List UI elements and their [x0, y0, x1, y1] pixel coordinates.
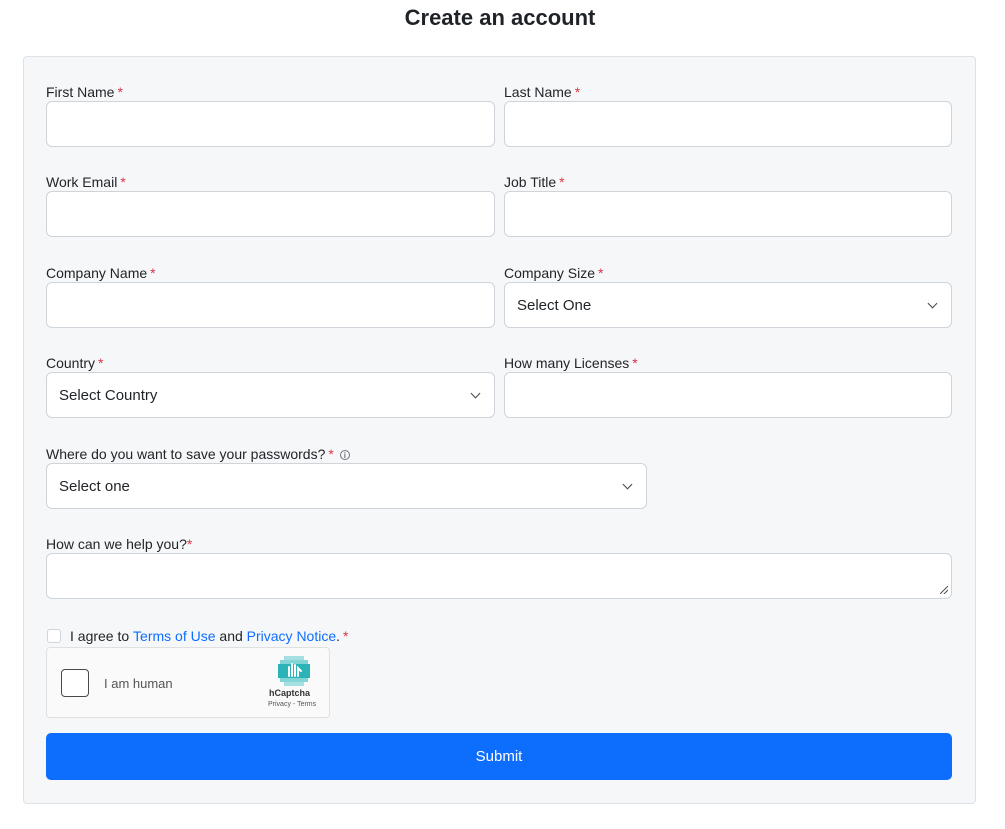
required-marker: *: [150, 265, 156, 281]
help-label: How can we help you?*: [46, 536, 193, 552]
required-marker: *: [598, 265, 604, 281]
job-title-label: Job Title *: [504, 174, 565, 190]
required-marker: *: [117, 84, 123, 100]
resize-handle[interactable]: [940, 586, 948, 594]
company-name-label: Company Name *: [46, 265, 156, 281]
required-marker: *: [328, 446, 334, 462]
help-textarea[interactable]: [46, 553, 952, 599]
terms-of-use-link[interactable]: Terms of Use: [133, 628, 215, 644]
password-storage-selected: Select one: [59, 477, 130, 495]
first-name-input[interactable]: [46, 101, 495, 147]
first-name-field: First Name *: [46, 83, 495, 147]
job-title-field: Job Title *: [504, 173, 952, 237]
required-marker: *: [186, 536, 193, 552]
help-field: How can we help you?*: [46, 535, 952, 599]
agree-prefix: I agree to: [70, 628, 130, 644]
required-marker: *: [574, 84, 581, 100]
hcaptcha-logo-icon: [278, 656, 310, 686]
work-email-field: Work Email *: [46, 173, 495, 237]
company-name-field: Company Name *: [46, 264, 495, 328]
country-selected: Select Country: [59, 386, 158, 404]
password-storage-label: Where do you want to save your passwords…: [46, 445, 350, 463]
required-marker: *: [120, 174, 126, 190]
page-title: Create an account: [404, 5, 596, 30]
company-size-field: Company Size * Select One: [504, 264, 952, 328]
company-name-input[interactable]: [46, 282, 495, 328]
info-icon[interactable]: i: [339, 450, 350, 460]
chevron-down-icon: [622, 479, 633, 489]
job-title-input[interactable]: [504, 191, 952, 237]
company-size-selected: Select One: [517, 296, 592, 314]
privacy-notice-link[interactable]: Privacy Notice: [247, 628, 336, 644]
required-marker: *: [632, 355, 638, 371]
password-storage-select[interactable]: Select one: [46, 463, 647, 509]
captcha-link-separator: -: [292, 701, 296, 708]
country-label: Country *: [46, 355, 104, 371]
agree-checkbox[interactable]: [47, 629, 61, 643]
agree-middle: and: [219, 628, 243, 644]
agree-row: I agree to Terms of Use and Privacy Noti…: [47, 628, 348, 644]
agree-suffix: .: [336, 628, 341, 644]
last-name-label: Last Name *: [504, 84, 581, 100]
last-name-field: Last Name *: [504, 83, 952, 147]
company-size-select[interactable]: Select One: [504, 282, 952, 328]
captcha-links: Privacy - Terms: [268, 701, 316, 708]
create-account-form: First Name * Last Name * Work Email * Job T…: [23, 56, 976, 804]
captcha-brand: hCaptcha: [269, 688, 311, 698]
required-marker: *: [343, 628, 349, 644]
required-marker: *: [559, 174, 565, 190]
company-size-label: Company Size *: [504, 265, 604, 281]
last-name-input[interactable]: [504, 101, 952, 147]
submit-button[interactable]: Submit: [46, 733, 952, 780]
chevron-down-icon: [927, 298, 938, 308]
country-select[interactable]: Select Country: [46, 372, 495, 418]
chevron-down-icon: [470, 388, 481, 398]
password-storage-field: Where do you want to save your passwords…: [46, 445, 647, 509]
licenses-field: How many Licenses *: [504, 354, 952, 418]
captcha-terms-link[interactable]: Terms: [297, 701, 316, 708]
captcha-widget: I am human hCaptcha Privacy - Terms: [46, 647, 330, 718]
required-marker: *: [98, 355, 104, 371]
first-name-label: First Name *: [46, 84, 123, 100]
work-email-input[interactable]: [46, 191, 495, 237]
licenses-input[interactable]: [504, 372, 952, 418]
captcha-privacy-link[interactable]: Privacy: [268, 701, 291, 708]
country-field: Country * Select Country: [46, 354, 495, 418]
work-email-label: Work Email *: [46, 174, 126, 190]
licenses-label: How many Licenses *: [504, 355, 638, 371]
